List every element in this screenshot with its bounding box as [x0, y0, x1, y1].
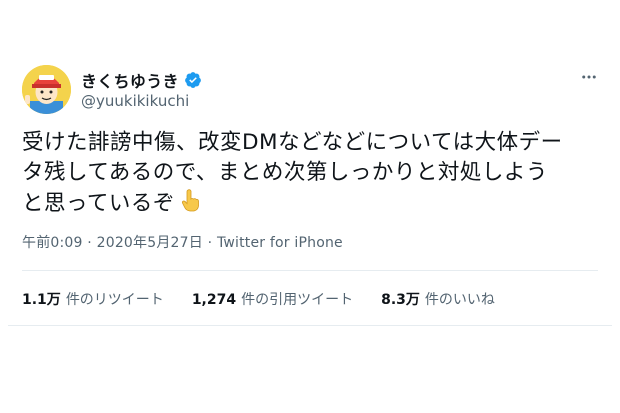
avatar-illustration	[22, 65, 71, 114]
separator: ·	[207, 235, 213, 251]
likes-stat[interactable]: 8.3万 件のいいね	[381, 289, 495, 309]
display-name-row[interactable]: きくちゆうき	[81, 68, 202, 92]
tweet-time[interactable]: 午前0:09	[22, 235, 83, 251]
likes-label: 件のいいね	[424, 292, 495, 308]
quotes-label: 件の引用ツイート	[241, 292, 354, 308]
tweet-text-line: タ残してあるので、まとめ次第しっかりと対処しよう	[22, 160, 548, 185]
quotes-count: 1,274	[191, 292, 237, 308]
tweet-text-line-content: と思っているぞ	[22, 191, 175, 216]
tweet-stats: 1.1万 件のリツイート 1,274 件の引用ツイート 8.3万 件のいいね	[22, 289, 495, 309]
tweet-date[interactable]: 2020年5月27日	[97, 235, 203, 251]
retweets-stat[interactable]: 1.1万 件のリツイート	[22, 289, 164, 309]
verified-badge-icon	[184, 71, 202, 89]
user-handle[interactable]: @yuukikikuchi	[81, 92, 189, 110]
divider	[22, 270, 598, 271]
likes-count: 8.3万	[381, 292, 420, 308]
separator: ·	[87, 235, 92, 251]
display-name[interactable]: きくちゆうき	[81, 68, 179, 92]
more-options-icon[interactable]	[580, 68, 598, 86]
tweet-card: きくちゆうき @yuukikikuchi 受けた誹謗中傷、改変DMなどなどについ…	[8, 40, 612, 326]
tweet-text-line: と思っているぞ	[22, 188, 602, 221]
tweet-text-line: 受けた誹謗中傷、改変DMなどなどについては大体デー	[22, 130, 563, 155]
quote-tweets-stat[interactable]: 1,274 件の引用ツイート	[192, 289, 353, 309]
pointing-up-emoji	[179, 188, 201, 221]
tweet-text: 受けた誹謗中傷、改変DMなどなどについては大体デー タ残してあるので、まとめ次第…	[22, 128, 602, 221]
avatar[interactable]	[22, 65, 71, 114]
tweet-source[interactable]: Twitter for iPhone	[217, 235, 343, 251]
retweets-label: 件のリツイート	[65, 292, 164, 308]
retweets-count: 1.1万	[22, 292, 61, 308]
tweet-metadata: 午前0:09 · 2020年5月27日 · Twitter for iPhone	[22, 232, 343, 252]
